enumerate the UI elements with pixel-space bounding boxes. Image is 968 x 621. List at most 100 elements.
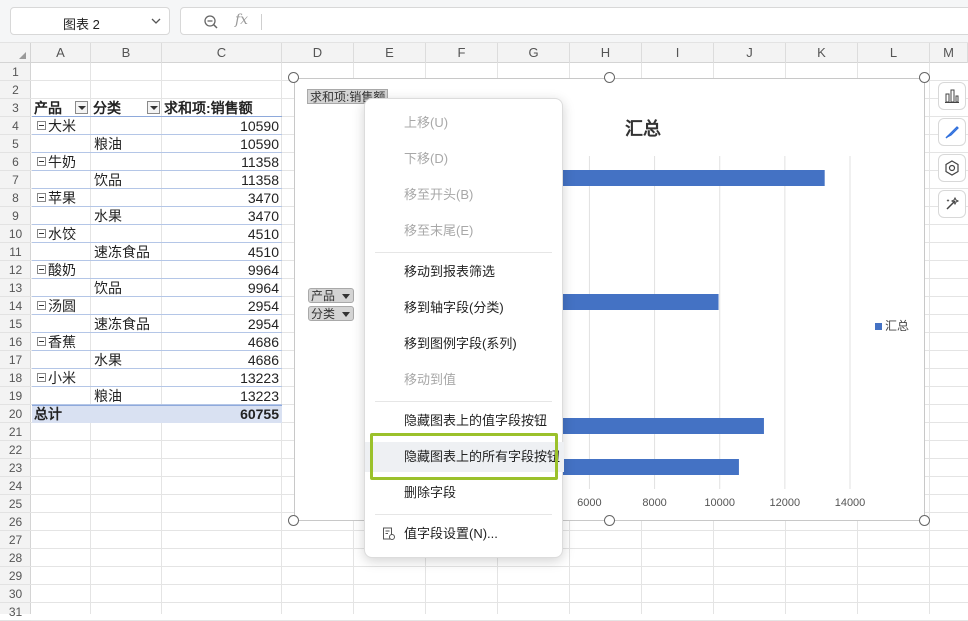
chart-elements-button[interactable] xyxy=(938,82,966,110)
chart-style-button[interactable] xyxy=(938,118,966,146)
row-header[interactable]: 18 xyxy=(0,369,31,387)
resize-handle-bottom-right[interactable] xyxy=(919,515,930,526)
select-all-corner[interactable] xyxy=(0,43,31,63)
collapse-icon[interactable] xyxy=(37,121,46,130)
collapse-icon[interactable] xyxy=(37,373,46,382)
column-header-i[interactable]: I xyxy=(642,43,714,63)
name-box[interactable]: 图表 2 xyxy=(10,7,170,35)
menu-item-move-to-report-filter[interactable]: 移动到报表筛选 xyxy=(365,257,564,287)
row-header[interactable]: 9 xyxy=(0,207,31,225)
category-filter-button[interactable] xyxy=(147,101,160,114)
pivot-product-total: 13223 xyxy=(240,370,279,386)
resize-handle-top-left[interactable] xyxy=(288,72,299,83)
column-header-g[interactable]: G xyxy=(498,43,570,63)
pivot-category-total: 9964 xyxy=(247,280,279,296)
resize-handle-top-right[interactable] xyxy=(919,72,930,83)
fx-icon[interactable]: fx xyxy=(235,12,248,28)
menu-item-move-to-legend[interactable]: 移到图例字段(系列) xyxy=(365,329,564,359)
row-header[interactable]: 3 xyxy=(0,99,31,117)
row-header[interactable]: 13 xyxy=(0,279,31,297)
column-header-a[interactable]: A xyxy=(31,43,91,63)
column-header-j[interactable]: J xyxy=(714,43,786,63)
column-header-b[interactable]: B xyxy=(91,43,162,63)
row-header[interactable]: 23 xyxy=(0,459,31,477)
menu-item-value-field-settings[interactable]: 值字段设置(N)... xyxy=(365,519,564,549)
row-header[interactable]: 4 xyxy=(0,117,31,135)
collapse-icon[interactable] xyxy=(37,193,46,202)
resize-handle-bottom-left[interactable] xyxy=(288,515,299,526)
row-header[interactable]: 16 xyxy=(0,333,31,351)
legend-label: 汇总 xyxy=(885,319,910,333)
row-header[interactable]: 7 xyxy=(0,171,31,189)
chart-wizard-button[interactable] xyxy=(938,190,966,218)
column-header-c[interactable]: C xyxy=(162,43,282,63)
row-header[interactable]: 1 xyxy=(0,63,31,81)
menu-item-move-to-start[interactable]: 移至开头(B) xyxy=(365,180,564,210)
pivot-category-label: 粮油 xyxy=(94,388,122,404)
column-header-d[interactable]: D xyxy=(282,43,354,63)
chart-filter-button[interactable] xyxy=(938,154,966,182)
menu-item-move-down[interactable]: 下移(D) xyxy=(365,144,564,174)
formula-input[interactable]: fx xyxy=(180,7,968,35)
product-filter-button[interactable] xyxy=(75,101,88,114)
menu-separator xyxy=(375,514,552,515)
row-header[interactable]: 22 xyxy=(0,441,31,459)
pivot-product-total: 4510 xyxy=(247,226,279,242)
chart-style-icon xyxy=(945,126,959,139)
axis-field-button-product[interactable]: 产品 xyxy=(308,288,354,303)
row-header[interactable]: 6 xyxy=(0,153,31,171)
row-header[interactable]: 30 xyxy=(0,585,31,603)
pivot-category-label: 速冻食品 xyxy=(94,244,150,260)
column-header-e[interactable]: E xyxy=(354,43,426,63)
menu-item-move-up[interactable]: 上移(U) xyxy=(365,108,564,138)
row-header[interactable]: 29 xyxy=(0,567,31,585)
chart-title[interactable]: 汇总 xyxy=(625,115,661,141)
column-header-f[interactable]: F xyxy=(426,43,498,63)
column-header-k[interactable]: K xyxy=(786,43,858,63)
row-header[interactable]: 12 xyxy=(0,261,31,279)
zoom-icon[interactable] xyxy=(203,14,219,30)
row-header[interactable]: 27 xyxy=(0,531,31,549)
row-header[interactable]: 8 xyxy=(0,189,31,207)
field-settings-icon xyxy=(383,527,395,540)
row-header[interactable]: 20 xyxy=(0,405,31,423)
row-header[interactable]: 10 xyxy=(0,225,31,243)
row-header[interactable]: 24 xyxy=(0,477,31,495)
collapse-icon[interactable] xyxy=(37,301,46,310)
row-header[interactable]: 11 xyxy=(0,243,31,261)
row-header[interactable]: 2 xyxy=(0,81,31,99)
row-header[interactable]: 21 xyxy=(0,423,31,441)
axis-field-button-category[interactable]: 分类 xyxy=(308,306,354,321)
pivot-header-value: 求和项:销售额 xyxy=(164,100,253,116)
x-tick-label: 14000 xyxy=(835,497,866,509)
chart-elements-icon xyxy=(945,89,959,103)
row-header[interactable]: 28 xyxy=(0,549,31,567)
row-header[interactable]: 14 xyxy=(0,297,31,315)
context-menu: 上移(U) 下移(D) 移至开头(B) 移至末尾(E) 移动到报表筛选 移到轴字… xyxy=(364,98,564,558)
row-header[interactable]: 25 xyxy=(0,495,31,513)
resize-handle-bottom[interactable] xyxy=(604,515,615,526)
row-header[interactable]: 5 xyxy=(0,135,31,153)
chart-legend[interactable]: 汇总 xyxy=(875,317,909,334)
collapse-icon[interactable] xyxy=(37,337,46,346)
pivot-product-label: 苹果 xyxy=(48,190,76,206)
row-header[interactable]: 31 xyxy=(0,603,31,621)
column-header-m[interactable]: M xyxy=(930,43,968,63)
collapse-icon[interactable] xyxy=(37,229,46,238)
column-header-l[interactable]: L xyxy=(858,43,930,63)
menu-item-move-to-values[interactable]: 移动到值 xyxy=(365,365,564,395)
collapse-icon[interactable] xyxy=(37,265,46,274)
row-header[interactable]: 17 xyxy=(0,351,31,369)
pivot-total-value: 60755 xyxy=(240,406,279,422)
menu-item-hide-value-field-buttons[interactable]: 隐藏图表上的值字段按钮 xyxy=(365,406,564,436)
menu-item-move-to-end[interactable]: 移至末尾(E) xyxy=(365,216,564,246)
row-header[interactable]: 26 xyxy=(0,513,31,531)
row-header[interactable]: 19 xyxy=(0,387,31,405)
column-header-h[interactable]: H xyxy=(570,43,642,63)
collapse-icon[interactable] xyxy=(37,157,46,166)
menu-item-delete-field[interactable]: 删除字段 xyxy=(365,478,564,508)
row-header[interactable]: 15 xyxy=(0,315,31,333)
pivot-product-total: 11358 xyxy=(241,154,279,170)
menu-item-move-to-axis[interactable]: 移到轴字段(分类) xyxy=(365,293,564,323)
resize-handle-top[interactable] xyxy=(604,72,615,83)
